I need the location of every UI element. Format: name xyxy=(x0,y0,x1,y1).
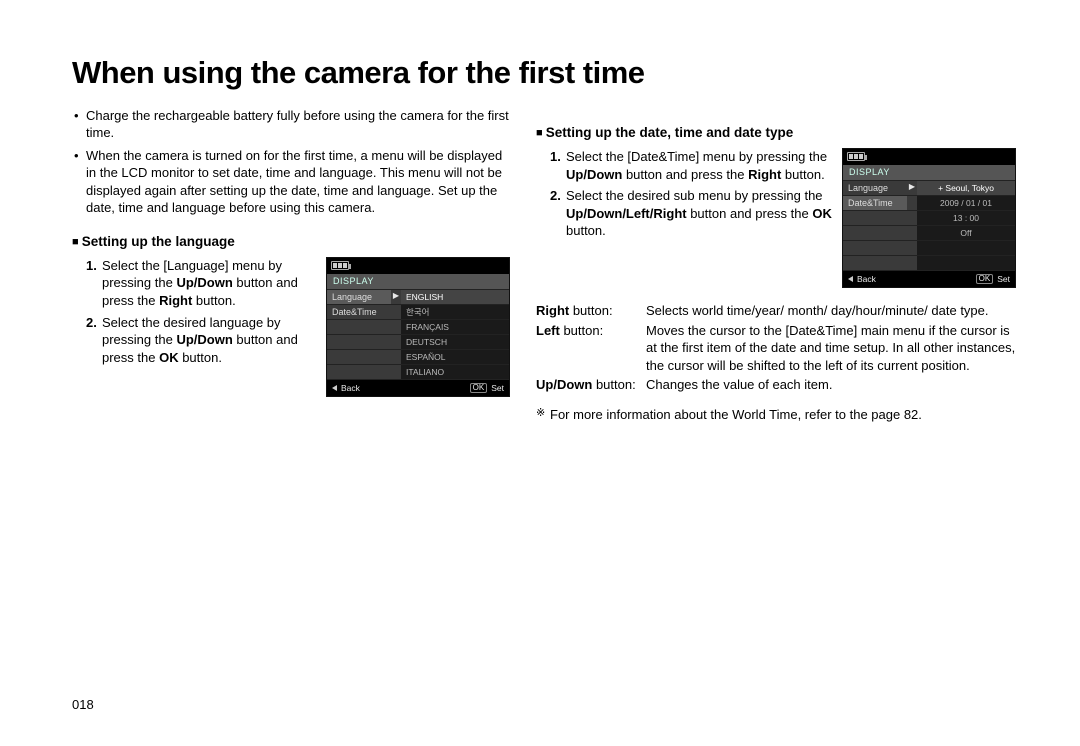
step-text: Select the [Date&Time] menu by pressing … xyxy=(566,149,827,164)
triangle-left-icon xyxy=(332,385,337,391)
lcd-option: ENGLISH xyxy=(401,289,509,304)
def-term: Right xyxy=(536,303,569,318)
step-item: 1. Select the [Language] menu by pressin… xyxy=(86,257,318,310)
lcd-option: ESPAÑOL xyxy=(401,349,509,364)
intro-bullet: Charge the rechargeable battery fully be… xyxy=(72,107,510,141)
lcd-back-label: Back xyxy=(857,275,876,284)
step-text: button and press the xyxy=(687,206,813,221)
step-text-bold: Up/Down/Left/Right xyxy=(566,206,687,221)
footnote: For more information about the World Tim… xyxy=(536,406,1016,424)
datetime-steps: 1. Select the [Date&Time] menu by pressi… xyxy=(536,148,834,240)
lcd-option: 13 : 00 xyxy=(917,210,1015,225)
step-text: button. xyxy=(566,223,606,238)
step-item: 2. Select the desired sub menu by pressi… xyxy=(550,187,834,240)
step-text: Select the desired sub menu by pressing … xyxy=(566,188,823,203)
lcd-option: ITALIANO xyxy=(401,364,509,379)
def-term: Up/Down xyxy=(536,377,592,392)
step-text: button. xyxy=(179,350,222,365)
lcd-back-label: Back xyxy=(341,384,360,393)
lcd-menu-item: Language xyxy=(327,289,391,304)
lcd-menu-item: Date&Time xyxy=(843,195,907,210)
ok-icon: OK xyxy=(470,383,488,393)
chevron-right-icon: ▶ xyxy=(907,180,917,195)
lcd-option: Off xyxy=(917,225,1015,240)
step-text-bold: Up/Down xyxy=(176,275,232,290)
button-definitions: Right button: Selects world time/year/ m… xyxy=(536,302,1016,394)
step-text-bold: Right xyxy=(748,167,781,182)
intro-bullet: When the camera is turned on for the fir… xyxy=(72,147,510,216)
step-text: button. xyxy=(781,167,824,182)
step-text-bold: Up/Down xyxy=(566,167,622,182)
step-text: button and press the xyxy=(622,167,748,182)
ok-icon: OK xyxy=(976,274,994,284)
def-description: Selects world time/year/ month/ day/hour… xyxy=(646,302,1016,320)
lcd-datetime-screenshot: DISPLAY Language ▶ + Seoul, Tokyo Date&T… xyxy=(842,148,1016,288)
language-steps: 1. Select the [Language] menu by pressin… xyxy=(72,257,318,366)
content-columns: Charge the rechargeable battery fully be… xyxy=(72,107,1020,423)
battery-icon xyxy=(847,152,865,161)
lcd-section-label: DISPLAY xyxy=(843,165,1015,180)
battery-icon xyxy=(331,261,349,270)
datetime-section-title: Setting up the date, time and date type xyxy=(536,125,1016,140)
def-description: Moves the cursor to the [Date&Time] main… xyxy=(646,322,1016,375)
lcd-set-label: Set xyxy=(491,384,504,393)
def-description: Changes the value of each item. xyxy=(646,376,1016,394)
lcd-option: FRANÇAIS xyxy=(401,319,509,334)
def-term-suffix: button: xyxy=(560,323,603,338)
def-term-suffix: button: xyxy=(569,303,612,318)
step-item: 1. Select the [Date&Time] menu by pressi… xyxy=(550,148,834,183)
page-title: When using the camera for the first time xyxy=(72,55,1020,91)
step-text-bold: Up/Down xyxy=(176,332,232,347)
intro-bullet-list: Charge the rechargeable battery fully be… xyxy=(72,107,510,216)
language-section-title: Setting up the language xyxy=(72,234,510,249)
lcd-option: 한국어 xyxy=(401,304,509,319)
step-text-bold: OK xyxy=(159,350,179,365)
chevron-right-icon: ▶ xyxy=(391,289,401,304)
right-column: Setting up the date, time and date type … xyxy=(536,107,1016,423)
lcd-set-label: Set xyxy=(997,275,1010,284)
triangle-left-icon xyxy=(848,276,853,282)
page-number: 018 xyxy=(72,697,94,712)
left-column: Charge the rechargeable battery fully be… xyxy=(72,107,510,423)
lcd-menu-item: Language xyxy=(843,180,907,195)
step-text: button. xyxy=(192,293,235,308)
lcd-option: 2009 / 01 / 01 xyxy=(917,195,1015,210)
step-text-bold: OK xyxy=(812,206,832,221)
lcd-section-label: DISPLAY xyxy=(327,274,509,289)
lcd-language-screenshot: DISPLAY Language ▶ ENGLISH Date&Time 한국어… xyxy=(326,257,510,397)
def-term-suffix: button: xyxy=(592,377,635,392)
step-text-bold: Right xyxy=(159,293,192,308)
lcd-option: DEUTSCH xyxy=(401,334,509,349)
lcd-menu-item: Date&Time xyxy=(327,304,391,319)
lcd-option: + Seoul, Tokyo xyxy=(917,180,1015,195)
def-term: Left xyxy=(536,323,560,338)
step-item: 2. Select the desired language by pressi… xyxy=(86,314,318,367)
